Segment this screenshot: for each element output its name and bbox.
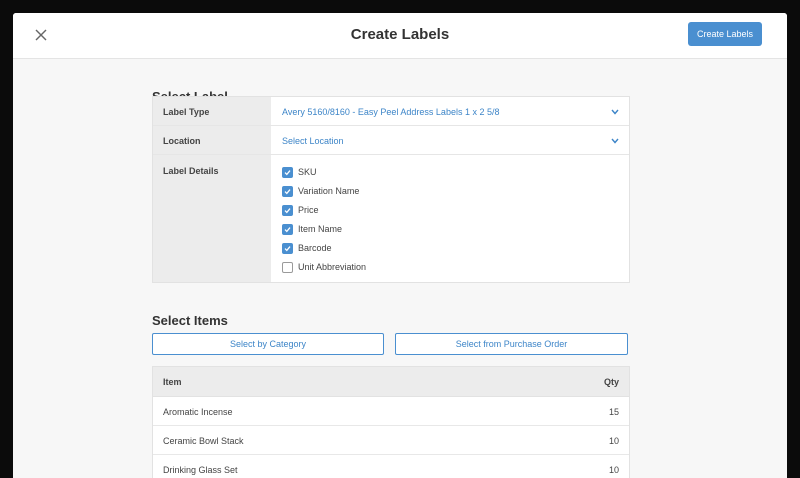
item-name-cell: Drinking Glass Set bbox=[163, 465, 238, 475]
checkbox[interactable] bbox=[282, 224, 293, 235]
main-content: Select Label Label Type Avery 5160/8160 … bbox=[13, 59, 787, 478]
label-type-label-cell: Label Type bbox=[153, 97, 271, 125]
qty-cell[interactable]: 15 bbox=[609, 407, 619, 417]
checkmark-icon bbox=[284, 208, 291, 214]
label-details-label-cell: Label Details bbox=[153, 155, 271, 282]
checkbox-label: Price bbox=[298, 205, 319, 215]
checkbox-label: Variation Name bbox=[298, 186, 360, 196]
checkmark-icon bbox=[284, 246, 291, 252]
checkmark-icon bbox=[284, 189, 291, 195]
label-details-row: Label Details SKU Variation Name Price I… bbox=[153, 155, 629, 282]
checkmark-icon bbox=[284, 170, 291, 176]
chevron-down-icon[interactable] bbox=[611, 138, 619, 144]
select-from-purchase-order-button[interactable]: Select from Purchase Order bbox=[395, 333, 628, 355]
app-window: Create Labels Create Labels Select Label… bbox=[13, 13, 787, 478]
select-by-category-button[interactable]: Select by Category bbox=[152, 333, 384, 355]
location-label: Location bbox=[163, 136, 201, 146]
checkbox[interactable] bbox=[282, 262, 293, 273]
column-header-item: Item bbox=[163, 377, 182, 387]
qty-cell[interactable]: 10 bbox=[609, 465, 619, 475]
page-title: Create Labels bbox=[350, 26, 450, 43]
label-type-value[interactable]: Avery 5160/8160 - Easy Peel Address Labe… bbox=[282, 107, 499, 117]
checkbox[interactable] bbox=[282, 243, 293, 254]
create-labels-button[interactable]: Create Labels bbox=[688, 22, 762, 46]
location-value[interactable]: Select Location bbox=[282, 136, 344, 146]
location-label-cell: Location bbox=[153, 126, 271, 154]
items-table: Item Qty Aromatic Incense 15 Ceramic Bow… bbox=[152, 366, 630, 478]
label-type-label: Label Type bbox=[163, 107, 210, 117]
checkmark-icon bbox=[284, 227, 291, 233]
label-settings-panel: Label Type Avery 5160/8160 - Easy Peel A… bbox=[152, 96, 630, 283]
checkbox[interactable] bbox=[282, 205, 293, 216]
label-details-label: Label Details bbox=[163, 166, 219, 176]
label-type-row[interactable]: Label Type Avery 5160/8160 - Easy Peel A… bbox=[153, 97, 629, 126]
item-name-cell: Ceramic Bowl Stack bbox=[163, 436, 244, 446]
location-row[interactable]: Location Select Location bbox=[153, 126, 629, 155]
chevron-down-icon[interactable] bbox=[611, 109, 619, 115]
checkbox[interactable] bbox=[282, 167, 293, 178]
top-bar: Create Labels Create Labels bbox=[13, 13, 787, 59]
select-items-heading: Select Items bbox=[152, 313, 228, 328]
checkbox-label: Unit Abbreviation bbox=[298, 262, 367, 272]
table-header: Item Qty bbox=[153, 367, 629, 397]
checkbox-label: SKU bbox=[298, 167, 317, 177]
checkbox-label: Barcode bbox=[298, 243, 332, 253]
checkbox-label: Item Name bbox=[298, 224, 343, 234]
checkbox[interactable] bbox=[282, 186, 293, 197]
column-header-qty: Qty bbox=[603, 377, 619, 387]
item-name-cell: Aromatic Incense bbox=[163, 407, 233, 417]
table-row[interactable]: Drinking Glass Set 10 bbox=[153, 455, 629, 478]
qty-cell[interactable]: 10 bbox=[609, 436, 619, 446]
table-row[interactable]: Ceramic Bowl Stack 10 bbox=[153, 426, 629, 455]
table-row[interactable]: Aromatic Incense 15 bbox=[153, 397, 629, 426]
